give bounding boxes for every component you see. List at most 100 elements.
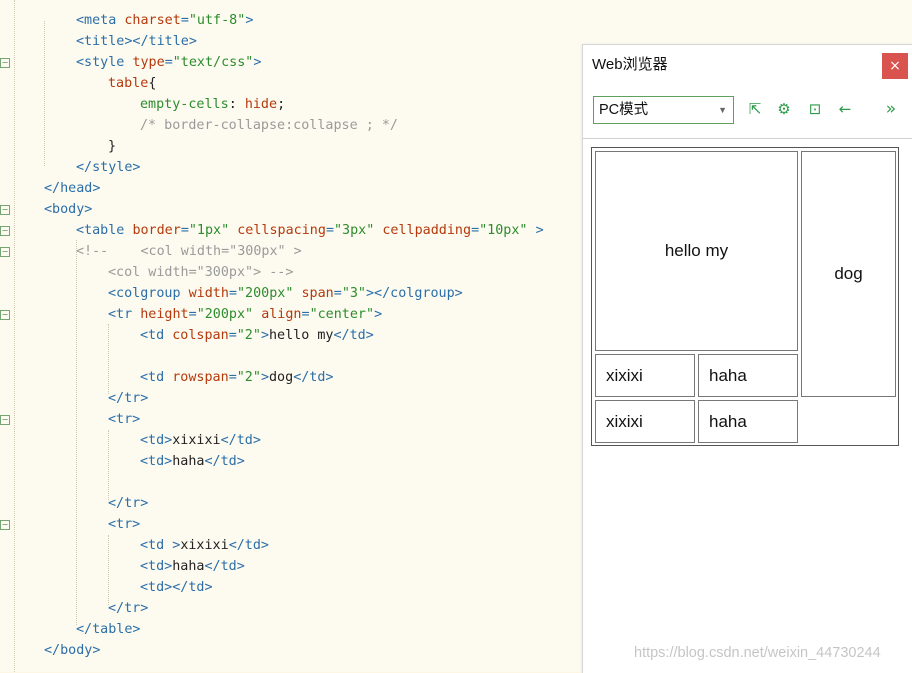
code-token: align: [261, 307, 302, 322]
code-token: </td>: [333, 328, 374, 343]
code-token: </td>: [293, 370, 334, 385]
open-external-icon[interactable]: ⇱: [745, 99, 765, 119]
code-token: dog: [269, 370, 294, 385]
code-token: height: [140, 307, 189, 322]
indent-guide: [108, 324, 109, 394]
code-token: =: [164, 55, 173, 70]
code-token: </tr>: [108, 391, 149, 406]
code-token: xixixi: [172, 433, 221, 448]
code-token: >: [260, 328, 269, 343]
code-token: >: [535, 223, 544, 238]
code-line: <tr>: [108, 514, 140, 535]
code-line: </table>: [76, 619, 141, 640]
toolbar-divider: [583, 138, 912, 139]
code-token: <td>: [140, 559, 173, 574]
code-token: "10px": [479, 223, 536, 238]
code-line: <td>haha</td>: [140, 556, 245, 577]
code-token: >: [245, 13, 254, 28]
cell-xixixi-2: xixixi: [595, 400, 695, 443]
close-button[interactable]: ×: [882, 53, 908, 79]
code-line: <td>haha</td>: [140, 451, 245, 472]
code-token: =: [228, 328, 237, 343]
code-token: <col width="300px"> -->: [108, 265, 294, 280]
more-chevrons-icon[interactable]: »: [881, 99, 901, 119]
code-token: "1px": [188, 223, 238, 238]
code-token: <td>: [140, 433, 173, 448]
code-token: charset: [124, 13, 181, 28]
code-token: =: [228, 286, 237, 301]
fold-toggle-icon[interactable]: −: [0, 310, 10, 320]
code-line: </tr>: [108, 598, 148, 619]
code-token: cellpadding: [382, 223, 472, 238]
code-token: </td>: [204, 454, 245, 469]
code-token: =: [228, 370, 237, 385]
code-line: <td>xixixi</td>: [140, 430, 261, 451]
code-token: <td: [140, 328, 173, 343]
cell-xixixi-1: xixixi: [595, 354, 695, 397]
code-line: <meta charset="utf-8">: [76, 10, 253, 31]
fold-toggle-icon[interactable]: −: [0, 520, 10, 530]
code-token: </head>: [44, 181, 101, 196]
mode-select-value: PC模式: [599, 102, 649, 118]
code-token: "utf-8": [188, 13, 246, 28]
code-token: <table: [76, 223, 133, 238]
code-token: <colgroup: [108, 286, 189, 301]
fold-toggle-icon[interactable]: −: [0, 205, 10, 215]
code-token: hide: [244, 97, 278, 112]
code-line: <!-- <col width="300px" >: [76, 241, 302, 262]
code-line: </body>: [44, 640, 100, 661]
fold-toggle-icon[interactable]: −: [0, 415, 10, 425]
code-token: >: [260, 370, 269, 385]
fold-toggle-icon[interactable]: −: [0, 58, 10, 68]
code-token: haha: [172, 454, 205, 469]
code-line: </tr>: [108, 388, 148, 409]
code-line: <tr height="200px" align="center">: [108, 304, 382, 325]
code-token: }: [108, 139, 117, 154]
code-token: type: [132, 55, 165, 70]
code-token: <td></td>: [140, 580, 213, 595]
code-token: </td>: [204, 559, 245, 574]
console-icon[interactable]: ⊡: [805, 99, 825, 119]
code-token: =: [333, 286, 342, 301]
code-token: =: [471, 223, 480, 238]
code-line: <style type="text/css">: [76, 52, 261, 73]
code-line: <title></title>: [76, 31, 197, 52]
code-line: </tr>: [108, 493, 148, 514]
fold-toggle-icon[interactable]: −: [0, 226, 10, 236]
code-token: =: [301, 307, 310, 322]
code-token: colspan: [172, 328, 229, 343]
code-token: <style: [76, 55, 133, 70]
code-token: <td: [140, 370, 173, 385]
mode-select[interactable]: PC模式 ▼: [593, 96, 734, 124]
code-token: :: [228, 97, 245, 112]
code-token: "200px": [237, 286, 302, 301]
watermark: https://blog.csdn.net/weixin_44730244: [634, 645, 881, 661]
code-token: >: [374, 307, 383, 322]
indent-guide: [108, 430, 109, 500]
code-line: <td >xixixi</td>: [140, 535, 269, 556]
code-line: empty-cells: hide;: [140, 94, 285, 115]
code-token: ></colgroup>: [366, 286, 463, 301]
code-token: </table>: [76, 622, 141, 637]
code-token: </td>: [228, 538, 269, 553]
code-token: cellspacing: [237, 223, 326, 238]
code-token: ;: [277, 97, 286, 112]
code-token: "2": [236, 370, 261, 385]
code-token: <tr>: [108, 412, 141, 427]
code-token: </style>: [76, 160, 141, 175]
code-token: <tr: [108, 307, 141, 322]
code-line: <colgroup width="200px" span="3"></colgr…: [108, 283, 463, 304]
code-token: =: [325, 223, 334, 238]
code-token: "200px": [196, 307, 262, 322]
cell-haha-2: haha: [698, 400, 798, 443]
fold-toggle-icon[interactable]: −: [0, 247, 10, 257]
code-token: </tr>: [108, 601, 149, 616]
back-arrow-icon[interactable]: ←: [835, 99, 855, 119]
code-token: {: [148, 76, 157, 91]
code-token: /* border-collapse:collapse ; */: [140, 118, 398, 133]
settings-gear-icon[interactable]: ⚙: [774, 99, 794, 119]
code-token: rowspan: [172, 370, 229, 385]
code-line: <col width="300px"> -->: [108, 262, 293, 283]
code-token: <meta: [76, 13, 125, 28]
cell-haha-1: haha: [698, 354, 798, 397]
